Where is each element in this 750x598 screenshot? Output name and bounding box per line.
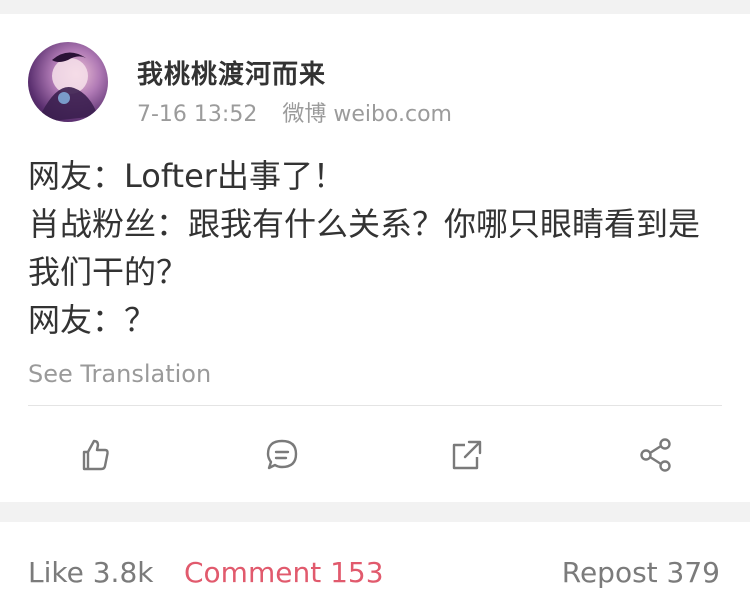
post-meta: 7-16 13:52 微博 weibo.com <box>137 96 452 128</box>
post-line: 网友：Lofter出事了！ <box>28 157 345 195</box>
post-line: 肖战粉丝：跟我有什么关系？你哪只眼睛看到是我们干的？ <box>28 205 701 291</box>
share-button[interactable] <box>632 431 680 479</box>
like-button[interactable] <box>70 431 118 479</box>
comment-icon <box>266 439 298 470</box>
divider <box>28 405 722 406</box>
comment-tab[interactable]: Comment 153 <box>184 556 384 589</box>
share-arrow-icon <box>452 440 482 470</box>
repost-button[interactable] <box>443 431 491 479</box>
username[interactable]: 我桃桃渡河而来 <box>137 54 326 91</box>
stats-bar: Like 3.8k Comment 153 Repost 379 <box>0 522 750 598</box>
thumbs-up-icon <box>82 439 109 471</box>
comment-button[interactable] <box>258 431 306 479</box>
timestamp: 7-16 13:52 <box>137 102 258 127</box>
post-card: 我桃桃渡河而来 7-16 13:52 微博 weibo.com 网友：Lofte… <box>0 14 750 502</box>
avatar[interactable] <box>28 42 108 122</box>
post-line: 网友：？ <box>28 301 157 339</box>
post-body: 网友：Lofter出事了！ 肖战粉丝：跟我有什么关系？你哪只眼睛看到是我们干的？… <box>28 152 728 344</box>
avatar-art <box>42 52 98 122</box>
see-translation-link[interactable]: See Translation <box>28 360 211 388</box>
top-strip <box>0 0 750 14</box>
share-nodes-icon <box>640 438 671 472</box>
repost-tab[interactable]: Repost 379 <box>562 556 720 589</box>
like-tab[interactable]: Like 3.8k <box>28 556 153 589</box>
source: 微博 weibo.com <box>282 102 452 127</box>
action-bar <box>0 419 750 489</box>
